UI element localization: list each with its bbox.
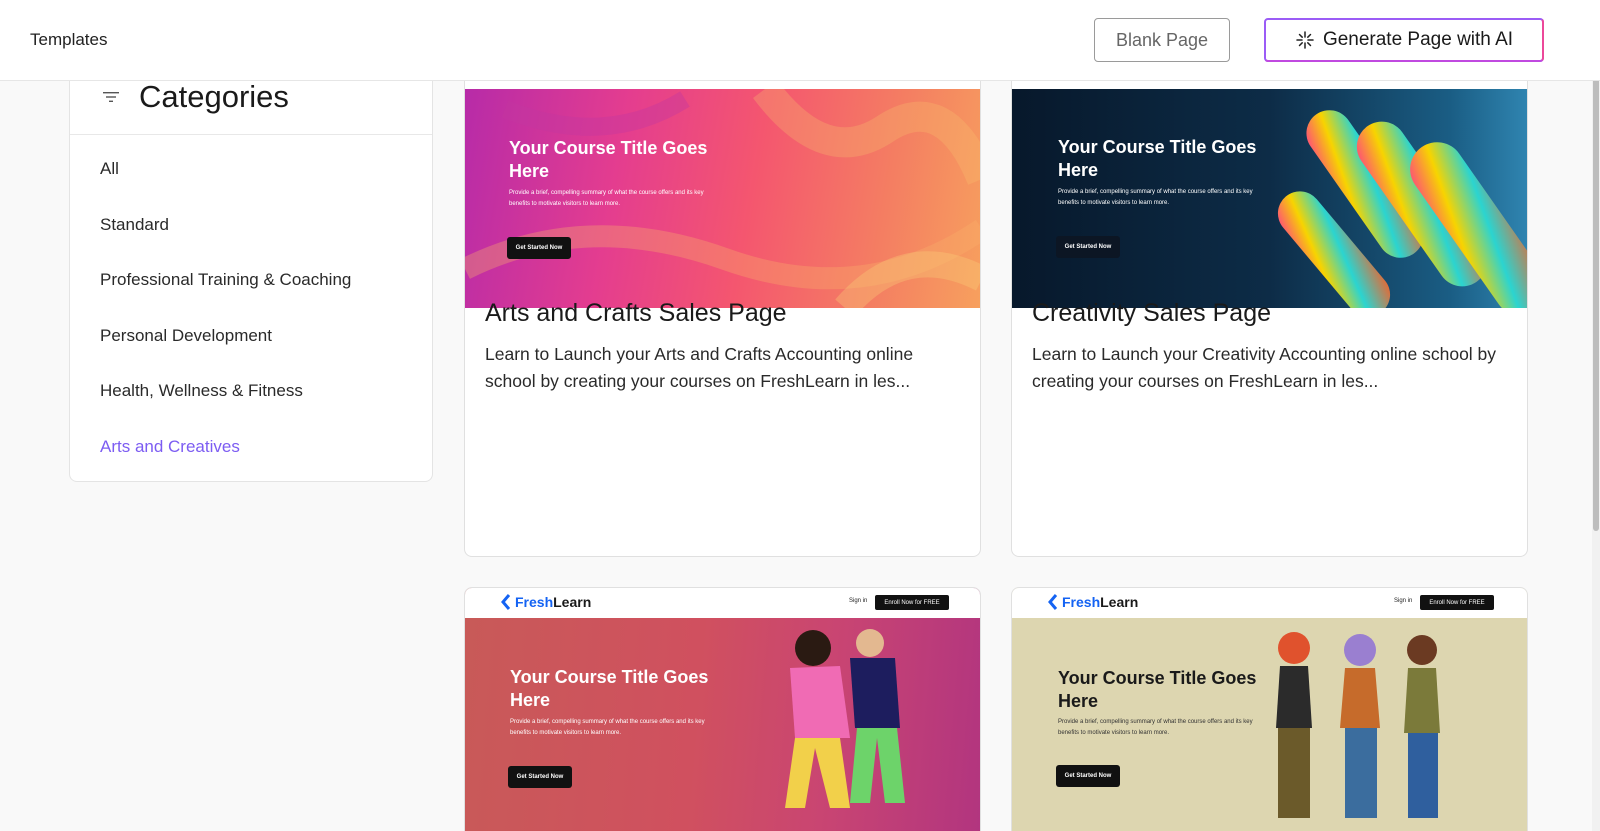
blank-page-button[interactable]: Blank Page [1094,18,1230,62]
template-preview: FreshLearn Sign in Enroll Now for FREE Y… [465,588,980,831]
category-personal-development[interactable]: Personal Development [100,326,272,346]
category-professional-training[interactable]: Professional Training & Coaching [100,270,351,290]
categories-panel: Categories All Standard Professional Tra… [69,56,433,482]
preview-hero-subtitle: Provide a brief, compelling summary of w… [1058,719,1253,736]
preview-cta-button: Get Started Now [507,237,571,259]
scrollbar-thumb[interactable] [1593,56,1599,531]
template-preview: Your Course Title Goes Here Provide a br… [465,89,980,308]
preview-cta-button: Get Started Now [508,766,572,788]
preview-hero-title: Your Course Title Goes Here [1058,137,1257,180]
template-card-dance[interactable]: FreshLearn Sign in Enroll Now for FREE Y… [464,587,981,831]
preview-hero-subtitle: Provide a brief, compelling summary of w… [510,719,705,736]
top-bar: Templates Blank Page Generate Page with … [0,0,1600,81]
template-preview: Your Course Title Goes Here Provide a br… [1012,89,1527,308]
template-title: Arts and Crafts Sales Page [485,299,787,327]
page-title: Templates [30,30,108,49]
preview-hero-title: Your Course Title Goes Here [510,667,709,710]
template-card-illustration[interactable]: FreshLearn Sign in Enroll Now for FREE Y… [1011,587,1528,831]
preview-hero-title: Your Course Title Goes Here [1058,668,1257,711]
preview-hero-subtitle: Provide a brief, compelling summary of w… [1058,189,1253,206]
template-description: Learn to Launch your Arts and Crafts Acc… [485,344,914,391]
template-card-arts-crafts[interactable]: Your Course Title Goes Here Provide a br… [464,56,981,557]
preview-hero-title: Your Course Title Goes Here [509,138,708,181]
preview-hero-subtitle: Provide a brief, compelling summary of w… [509,190,704,207]
preview-cta-button: Get Started Now [1056,236,1120,258]
generate-with-ai-label: Generate Page with AI [1322,29,1514,50]
filter-icon [103,92,119,102]
preview-cta-button: Get Started Now [1056,765,1120,787]
template-description: Learn to Launch your Creativity Accounti… [1032,344,1497,391]
category-all[interactable]: All [100,159,119,179]
template-card-creativity[interactable]: Your Course Title Goes Here Provide a br… [1011,56,1528,557]
categories-heading: Categories [139,79,289,114]
template-preview: FreshLearn Sign in Enroll Now for FREE Y… [1012,588,1527,831]
generate-with-ai-button[interactable]: Generate Page with AI [1264,18,1544,62]
category-health-wellness[interactable]: Health, Wellness & Fitness [100,381,303,401]
sparkle-icon [1296,31,1314,49]
category-standard[interactable]: Standard [100,215,169,235]
category-arts-creatives[interactable]: Arts and Creatives [100,437,240,457]
template-title: Creativity Sales Page [1032,299,1272,327]
